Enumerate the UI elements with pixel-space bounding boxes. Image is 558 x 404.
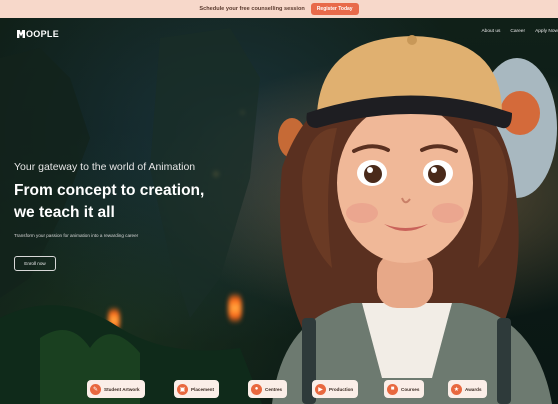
quicklink-student-artwork[interactable]: ✎ Student Artwork [87, 380, 145, 398]
hero-tagline: Your gateway to the world of Animation [14, 161, 196, 173]
hero-section: OOPLE About us Career Apply Now Your gat… [0, 18, 558, 404]
quicklink-label: Courses [401, 386, 420, 392]
hero-headline-line-2: we teach it all [14, 204, 115, 221]
quicklink-awards[interactable]: ★ Awards [448, 380, 487, 398]
enroll-now-button[interactable]: Enroll now [14, 256, 56, 271]
quicklinks-bar: ✎ Student Artwork ▣ Placement ● Centres … [0, 380, 558, 400]
palette-icon: ✎ [90, 383, 101, 395]
hero-character-illustration [272, 35, 557, 404]
nav-links: About us Career Apply Now [481, 29, 558, 34]
register-today-button[interactable]: Register Today [310, 3, 359, 15]
brand-logo[interactable]: OOPLE [17, 29, 59, 39]
quicklink-label: Placement [191, 386, 214, 392]
logo-text: OOPLE [26, 29, 60, 39]
quicklink-label: Production [329, 386, 354, 392]
quicklink-production[interactable]: ▶ Production [312, 380, 359, 398]
book-icon: ■ [387, 383, 398, 395]
top-navigation: OOPLE About us Career Apply Now [0, 18, 558, 48]
nav-link-about-us[interactable]: About us [481, 29, 500, 34]
trophy-icon: ★ [451, 383, 462, 395]
location-icon: ● [251, 383, 262, 395]
hero-headline-line-1: From concept to creation, [14, 182, 205, 199]
quicklink-label: Awards [465, 386, 482, 392]
announcement-bar: Schedule your free counselling session R… [0, 0, 558, 18]
quicklink-courses[interactable]: ■ Courses [384, 380, 425, 398]
hero-headline: From concept to creation, we teach it al… [14, 180, 274, 224]
quicklink-centres[interactable]: ● Centres [248, 380, 288, 398]
announcement-message: Schedule your free counselling session [199, 6, 305, 12]
film-icon: ▶ [315, 383, 326, 395]
nav-link-career[interactable]: Career [510, 29, 525, 34]
hero-subtext: Transform your passion for animation int… [14, 233, 139, 238]
quicklink-label: Student Artwork [104, 386, 140, 392]
quicklink-label: Centres [265, 386, 283, 392]
quicklink-placement[interactable]: ▣ Placement [174, 380, 219, 398]
logo-mark-icon [17, 30, 25, 38]
briefcase-icon: ▣ [177, 383, 188, 395]
nav-link-apply-now[interactable]: Apply Now [535, 29, 558, 34]
